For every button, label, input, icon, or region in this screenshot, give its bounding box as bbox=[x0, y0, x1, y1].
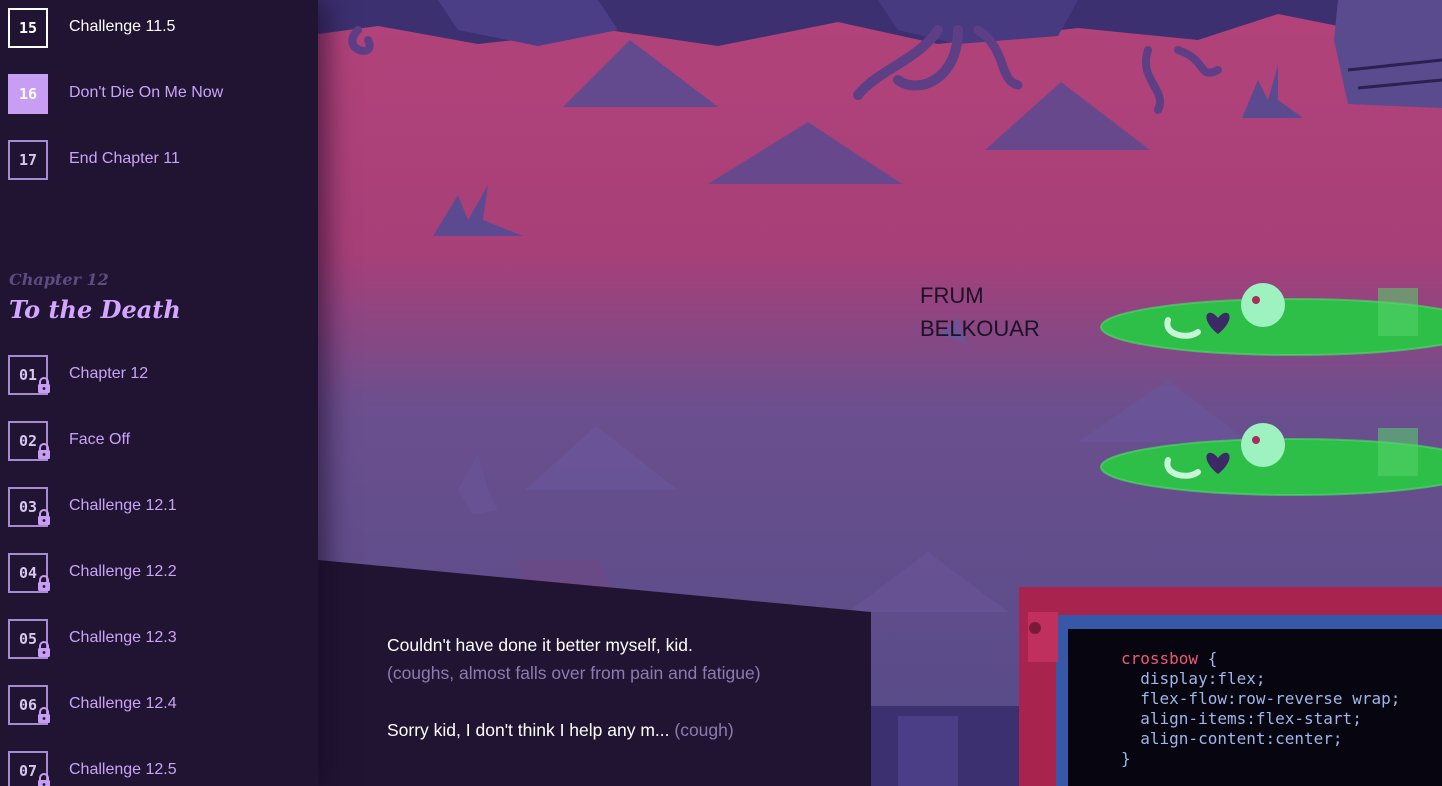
level-label: Face Off bbox=[69, 431, 131, 448]
level-label: Challenge 12.4 bbox=[69, 695, 177, 712]
dialogue-line-1-action: (coughs, almost falls over from pain and… bbox=[387, 663, 761, 683]
css-selector: crossbow bbox=[1121, 649, 1199, 668]
padlock-icon bbox=[36, 509, 52, 525]
code-panel: crossbow { display:flex; flex-flow:row-r… bbox=[1068, 629, 1442, 786]
level-label: End Chapter 11 bbox=[69, 150, 180, 167]
dialogue-line-2: Sorry kid, I don't think I help any m...… bbox=[387, 720, 734, 741]
level-item-12-03[interactable]: 03 Challenge 12.1 bbox=[0, 479, 318, 535]
dialogue-line-2-text: Sorry kid, I don't think I help any m... bbox=[387, 720, 670, 740]
padlock-icon bbox=[36, 641, 52, 657]
level-item-12-05[interactable]: 05 Challenge 12.3 bbox=[0, 611, 318, 667]
level-item-15[interactable]: 15 Challenge 11.5 bbox=[0, 0, 318, 56]
level-item-17[interactable]: 17 End Chapter 11 bbox=[0, 132, 318, 188]
level-number: 17 bbox=[8, 140, 48, 180]
padlock-icon bbox=[36, 707, 52, 723]
level-item-12-04[interactable]: 04 Challenge 12.2 bbox=[0, 545, 318, 601]
level-label: Challenge 12.1 bbox=[69, 497, 177, 514]
dialogue-line-1: Couldn't have done it better myself, kid… bbox=[387, 635, 693, 655]
level-item-12-02[interactable]: 02 Face Off bbox=[0, 413, 318, 469]
css-line-4: align-content:center; bbox=[1140, 729, 1343, 748]
level-label: Challenge 12.2 bbox=[69, 563, 177, 580]
css-line-1: display:flex; bbox=[1140, 669, 1266, 688]
padlock-icon bbox=[36, 377, 52, 393]
open-brace: { bbox=[1207, 649, 1218, 668]
level-item-12-07[interactable]: 07 Challenge 12.5 bbox=[0, 743, 318, 786]
name-tag-line-2: BELKOUAR bbox=[920, 316, 1040, 341]
level-item-12-01[interactable]: 01 Chapter 12 bbox=[0, 347, 318, 403]
level-label: Chapter 12 bbox=[69, 365, 149, 382]
level-label: Don't Die On Me Now bbox=[69, 84, 224, 101]
padlock-icon bbox=[36, 443, 52, 459]
character-name-tag: FRUM BELKOUAR bbox=[920, 279, 1040, 345]
level-item-16-current[interactable]: 16 Don't Die On Me Now bbox=[0, 66, 318, 122]
level-number: 15 bbox=[8, 8, 48, 48]
chapter-kicker: Chapter 12 bbox=[9, 270, 109, 289]
close-brace: } bbox=[1121, 749, 1131, 768]
level-item-12-06[interactable]: 06 Challenge 12.4 bbox=[0, 677, 318, 733]
css-line-2: flex-flow:row-reverse wrap; bbox=[1140, 689, 1401, 708]
dialogue-line-2-action: (cough) bbox=[674, 720, 734, 740]
level-label: Challenge 11.5 bbox=[69, 18, 176, 35]
padlock-icon bbox=[36, 773, 52, 786]
css-line-3: align-items:flex-start; bbox=[1140, 709, 1362, 728]
dialogue-box: Couldn't have done it better myself, kid… bbox=[318, 560, 871, 786]
game-screen: 15 Challenge 11.5 16 Don't Die On Me Now… bbox=[0, 0, 1442, 786]
padlock-icon bbox=[36, 575, 52, 591]
level-number: 16 bbox=[8, 74, 48, 114]
level-label: Challenge 12.3 bbox=[69, 629, 177, 646]
level-label: Challenge 12.5 bbox=[69, 761, 177, 778]
chapter-title: To the Death bbox=[9, 295, 181, 324]
level-sidebar[interactable]: 15 Challenge 11.5 16 Don't Die On Me Now… bbox=[0, 0, 318, 786]
css-code: crossbow { display:flex; flex-flow:row-r… bbox=[1121, 649, 1400, 769]
name-tag-line-1: FRUM bbox=[920, 283, 984, 308]
